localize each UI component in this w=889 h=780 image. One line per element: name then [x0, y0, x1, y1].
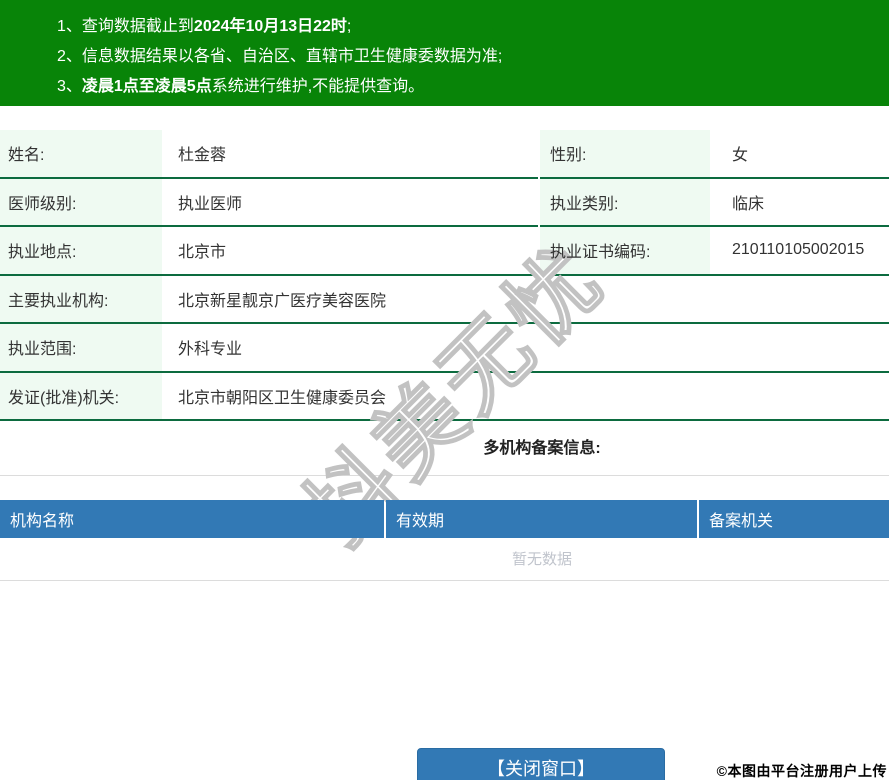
field-label-text: 执业类别: [550, 195, 619, 213]
close-window-button[interactable]: 【关闭窗口】 [417, 748, 665, 780]
field-main-institution-value: 北京新星靓京广医疗美容医院 [162, 276, 386, 323]
notice-text-bold: 2024年10月13日22时 [193, 18, 347, 35]
field-doctor-level-label: 医师级别: [0, 178, 162, 225]
field-doctor-level-value: 执业医师 [162, 179, 242, 226]
notice-text: 查询数据截止到 [81, 18, 194, 35]
table-row-practice-scope: 执业范围: 外科专业 [0, 324, 889, 373]
notice-line-1: 1、查询数据截止到2024年10月13日22时; [57, 12, 889, 42]
field-gender-value: 女 [710, 130, 748, 177]
field-practice-location-value: 北京市 [162, 227, 226, 274]
field-name: 姓名: 杜金蓉 [0, 130, 538, 179]
upload-attribution-watermark: ©本图由平台注册用户上传 [716, 763, 887, 779]
divider-line [0, 580, 889, 581]
field-value-text: 北京市 [178, 244, 227, 262]
column-header-filing-authority: 备案机关 [699, 500, 889, 538]
filing-section-title: 多机构备案信息: [483, 440, 601, 457]
notice-text: ; [346, 18, 352, 35]
table-row-issuing-authority: 发证(批准)机关: 北京市朝阳区卫生健康委员会 [0, 372, 889, 421]
field-value-text: 执业医师 [178, 195, 243, 213]
field-label-text: 执业范围: [8, 341, 77, 359]
field-issuing-authority-value: 北京市朝阳区卫生健康委员会 [162, 373, 386, 420]
notice-line-2: 2、信息数据结果以各省、自治区、直辖市卫生健康委数据为准; [57, 42, 889, 72]
field-practice-category-label: 执业类别: [540, 178, 710, 225]
column-header-institution-name: 机构名称 [0, 500, 384, 538]
field-certificate-number: 执业证书编码: 210110105002015 [540, 227, 889, 276]
field-practice-location: 执业地点: 北京市 [0, 227, 538, 276]
field-label-text: 性别: [550, 147, 587, 165]
field-label-text: 姓名: [8, 147, 45, 165]
field-main-institution-label: 主要执业机构: [0, 275, 162, 322]
field-value-text: 外科专业 [178, 341, 243, 359]
field-practice-category-value: 临床 [710, 179, 764, 226]
field-name-value: 杜金蓉 [162, 130, 226, 177]
field-practice-location-label: 执业地点: [0, 227, 162, 274]
field-practice-scope: 执业范围: 外科专业 [0, 324, 889, 373]
field-certificate-number-label: 执业证书编码: [540, 227, 710, 274]
table-row-level-category: 医师级别: 执业医师 执业类别: 临床 [0, 178, 889, 227]
table-row-location-certificate: 执业地点: 北京市 执业证书编码: 210110105002015 [0, 227, 889, 276]
no-data-placeholder: 暂无数据 [511, 551, 572, 568]
table-row-name-gender: 姓名: 杜金蓉 性别: 女 [0, 130, 889, 179]
query-result-page: 1、查询数据截止到2024年10月13日22时; 2、信息数据结果以各省、自治区… [0, 0, 889, 780]
notice-number: 1、 [57, 18, 82, 35]
field-label-text: 执业证书编码: [550, 244, 651, 262]
field-label-text: 主要执业机构: [8, 292, 109, 310]
notice-text: 系统进行维护,不能提供查询。 [211, 78, 425, 95]
field-label-text: 医师级别: [8, 195, 77, 213]
field-gender-label: 性别: [540, 130, 710, 177]
field-value-text: 北京市朝阳区卫生健康委员会 [178, 389, 387, 407]
field-label-text: 执业地点: [8, 244, 77, 262]
field-certificate-number-value: 210110105002015 [710, 227, 864, 274]
notice-banner: 1、查询数据截止到2024年10月13日22时; 2、信息数据结果以各省、自治区… [0, 0, 889, 106]
field-main-institution: 主要执业机构: 北京新星靓京广医疗美容医院 [0, 275, 889, 324]
field-value-text: 临床 [732, 195, 765, 213]
field-practice-scope-value: 外科专业 [162, 324, 242, 371]
field-practice-scope-label: 执业范围: [0, 324, 162, 371]
column-header-validity-period: 有效期 [386, 500, 697, 538]
field-practice-category: 执业类别: 临床 [540, 178, 889, 227]
notice-number: 3、 [57, 78, 82, 95]
field-value-text: 北京新星靓京广医疗美容医院 [178, 292, 387, 310]
field-label-text: 发证(批准)机关: [8, 389, 120, 407]
notice-line-3: 3、凌晨1点至凌晨5点系统进行维护,不能提供查询。 [57, 72, 889, 102]
table-row-main-institution: 主要执业机构: 北京新星靓京广医疗美容医院 [0, 275, 889, 324]
field-value-text: 女 [732, 147, 749, 165]
field-issuing-authority-label: 发证(批准)机关: [0, 372, 162, 419]
field-issuing-authority: 发证(批准)机关: 北京市朝阳区卫生健康委员会 [0, 372, 889, 421]
filing-table-header: 机构名称 有效期 备案机关 [0, 500, 889, 538]
field-gender: 性别: 女 [540, 130, 889, 179]
field-name-label: 姓名: [0, 130, 162, 177]
field-value-text: 杜金蓉 [178, 147, 227, 165]
notice-number: 2、 [57, 48, 82, 65]
divider-line [0, 475, 889, 476]
field-value-text: 210110105002015 [732, 241, 865, 259]
notice-text: 信息数据结果以各省、自治区、直辖市卫生健康委数据为准; [81, 48, 503, 65]
notice-text-bold: 凌晨1点至凌晨5点 [81, 78, 212, 95]
practitioner-info-table: 姓名: 杜金蓉 性别: 女 医师级别: 执业医师 执业类别: 临床 执业地点: … [0, 130, 889, 421]
field-doctor-level: 医师级别: 执业医师 [0, 178, 538, 227]
